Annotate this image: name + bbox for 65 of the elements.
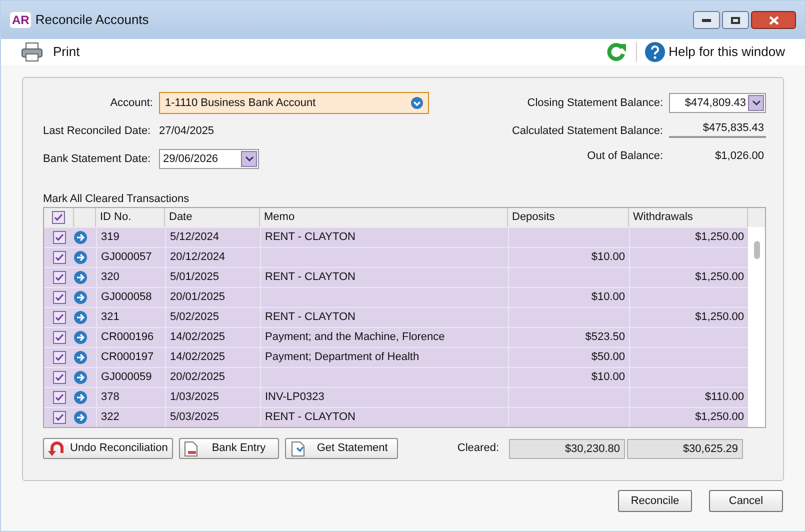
arrow-link-icon[interactable] [74, 251, 87, 264]
checkbox[interactable] [52, 371, 66, 384]
document-check-icon [290, 440, 305, 456]
app-logo: AR [10, 12, 32, 28]
checkbox[interactable] [52, 271, 66, 284]
dropdown-icon [411, 97, 423, 109]
refresh-icon[interactable] [606, 42, 628, 62]
maximize-button[interactable] [722, 11, 749, 29]
bank-entry-button[interactable]: Bank Entry [178, 438, 279, 459]
window-title: Reconcile Accounts [35, 11, 149, 30]
last-reconciled-label: Last Reconciled Date: [43, 124, 152, 139]
table-cell: $1,250.00 [629, 408, 748, 427]
table-title: Mark All Cleared Transactions [43, 192, 190, 206]
calculated-balance: $475,835.43 [669, 120, 766, 138]
minimize-button[interactable] [693, 11, 720, 29]
arrow-link-icon[interactable] [74, 271, 87, 284]
checkbox[interactable] [52, 311, 66, 324]
undo-reconciliation-button[interactable]: Undo Reconciliation [43, 438, 173, 459]
checkbox[interactable] [52, 211, 65, 224]
close-icon [768, 16, 778, 24]
statement-date-label: Bank Statement Date: [43, 152, 152, 167]
get-statement-button[interactable]: Get Statement [284, 438, 398, 459]
out-of-balance: $1,026.00 [714, 148, 765, 164]
checkbox[interactable] [52, 411, 66, 424]
checkbox[interactable] [52, 251, 66, 264]
caret-icon [752, 100, 760, 106]
closing-balance-field[interactable]: $474,809.43 [669, 93, 766, 113]
checkbox[interactable] [52, 351, 66, 364]
printer-icon [21, 42, 43, 62]
help-button[interactable]: Help for this window [644, 42, 785, 62]
undo-icon [48, 440, 66, 456]
statement-date-field[interactable]: 29/06/2026 [159, 149, 259, 169]
dialog-button[interactable]: Cancel [709, 490, 783, 512]
table-cell: 5/03/2025 [165, 408, 260, 427]
closing-balance-label: Closing Statement Balance: [526, 96, 663, 111]
date-dropdown-button[interactable] [241, 151, 257, 167]
checkbox[interactable] [52, 391, 66, 404]
help-icon [644, 42, 665, 62]
checkbox[interactable] [52, 331, 66, 344]
arrow-link-icon[interactable] [74, 291, 87, 304]
checkbox[interactable] [52, 231, 66, 244]
balance-dropdown-button[interactable] [748, 95, 764, 111]
arrow-link-icon[interactable] [74, 311, 87, 324]
table-cell: RENT - CLAYTON [260, 408, 508, 427]
print-button[interactable]: Print [21, 42, 80, 62]
arrow-link-icon[interactable] [74, 351, 87, 364]
out-of-balance-label: Out of Balance: [586, 148, 663, 164]
arrow-link-icon[interactable] [74, 371, 87, 384]
cleared-deposits: $30,230.80 [509, 438, 625, 458]
arrow-link-icon[interactable] [74, 411, 87, 424]
account-label: Account: [109, 96, 153, 111]
arrow-link-icon[interactable] [74, 331, 87, 344]
dialog-button[interactable]: Reconcile [618, 490, 692, 512]
last-reconciled-date: 27/04/2025 [159, 124, 216, 139]
caret-icon [244, 156, 254, 162]
close-button[interactable] [751, 11, 796, 29]
account-field[interactable]: 1-1110 Business Bank Account [159, 92, 429, 114]
checkbox[interactable] [52, 291, 66, 304]
cleared-label: Cleared: [457, 441, 499, 456]
document-icon [184, 440, 198, 456]
calculated-balance-label: Calculated Statement Balance: [512, 124, 663, 139]
arrow-link-icon[interactable] [74, 391, 87, 404]
table-cell: 322 [96, 408, 165, 427]
arrow-link-icon[interactable] [74, 231, 87, 244]
cleared-withdrawals: $30,625.29 [627, 438, 743, 458]
